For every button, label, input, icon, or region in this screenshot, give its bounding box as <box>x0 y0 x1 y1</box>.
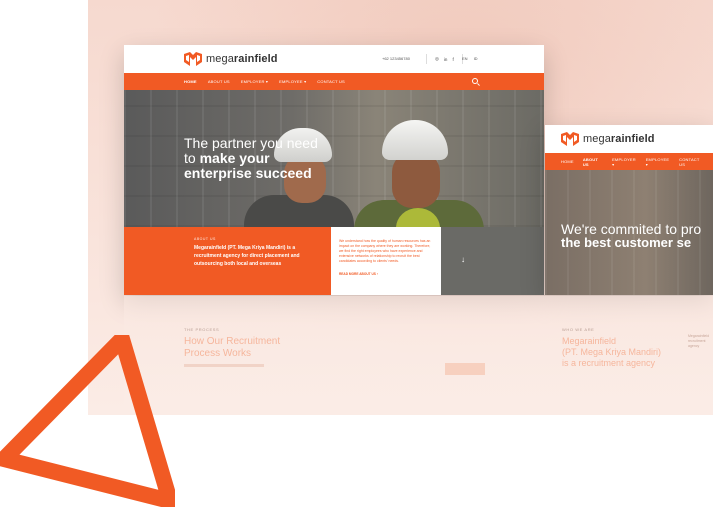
hero-banner: The partner you need to make your enterp… <box>124 90 544 227</box>
logo-mark-icon <box>561 132 579 146</box>
logo[interactable]: megarainfield <box>184 52 278 66</box>
process-button[interactable] <box>445 363 485 375</box>
facebook-icon[interactable]: f <box>452 57 453 62</box>
triangle-decoration-icon <box>0 335 175 507</box>
nav-employer[interactable]: EMPLOYER ▾ <box>241 79 268 84</box>
nav-employer[interactable]: EMPLOYER ▾ <box>612 157 637 167</box>
lang-en[interactable]: EN <box>462 56 468 61</box>
who-tag: WHO WE ARE <box>562 327 595 332</box>
worker-photo <box>392 152 440 208</box>
process-title: How Our Recruitment Process Works <box>184 336 281 359</box>
nav-employee[interactable]: EMPLOYEE ▾ <box>646 157 670 167</box>
nav-about-us[interactable]: ABOUT US <box>208 79 230 84</box>
logo-mark-icon <box>184 52 202 66</box>
main-nav: HOME ABOUT US EMPLOYER ▾ EMPLOYEE ▾ CONT… <box>124 73 544 90</box>
scroll-block: ↓ <box>441 227 544 295</box>
logo[interactable]: megarainfield <box>561 132 655 146</box>
about-detail-text: We understand how the quality of human r… <box>339 239 431 263</box>
social-links: ◎ in f <box>426 54 463 64</box>
showcase-stage: megarainfield +62 123456780 ◎ in f EN ID… <box>0 0 713 509</box>
about-tag: ABOUT US <box>194 237 216 241</box>
homepage-mockup: megarainfield +62 123456780 ◎ in f EN ID… <box>124 45 544 295</box>
hero-banner: We're commited to pro the best customer … <box>545 170 713 295</box>
about-panel: ABOUT US Megarainfield (PT. Mega Kriya M… <box>124 227 544 295</box>
main-nav: HOME ABOUT US EMPLOYER ▾ EMPLOYEE ▾ CONT… <box>545 153 713 170</box>
header: megarainfield +62 123456780 ◎ in f EN ID <box>124 45 544 73</box>
who-side-text: Megarainfield recruitment agency <box>688 334 710 348</box>
phone-number: +62 123456780 <box>382 56 410 61</box>
lang-id[interactable]: ID <box>474 56 478 61</box>
hero-heading: We're commited to pro the best customer … <box>561 221 702 250</box>
process-text-placeholder <box>184 364 264 367</box>
hero-heading: The partner you need to make your enterp… <box>184 135 318 181</box>
who-title: Megarainfield (PT. Mega Kriya Mandiri) i… <box>562 336 662 368</box>
search-icon[interactable] <box>472 78 478 84</box>
language-switcher: EN ID <box>462 56 478 61</box>
about-text: Megarainfield (PT. Mega Kriya Mandiri) i… <box>194 245 300 267</box>
logo-text: megarainfield <box>583 133 655 145</box>
nav-employee[interactable]: EMPLOYEE ▾ <box>279 79 306 84</box>
header: megarainfield <box>545 125 713 153</box>
instagram-icon[interactable]: ◎ <box>435 56 439 62</box>
process-tag: THE PROCESS <box>184 327 220 332</box>
about-detail: We understand how the quality of human r… <box>331 227 441 295</box>
nav-about-us[interactable]: ABOUT US <box>583 157 603 167</box>
nav-contact-us[interactable]: CONTACT US <box>317 79 345 84</box>
nav-contact-us[interactable]: CONTACT US <box>679 157 704 167</box>
nav-home[interactable]: HOME <box>561 159 574 164</box>
about-summary: ABOUT US Megarainfield (PT. Mega Kriya M… <box>124 227 331 295</box>
read-more-link[interactable]: READ MORE ABOUT US › <box>339 272 433 277</box>
nav-home[interactable]: HOME <box>184 79 197 84</box>
linkedin-icon[interactable]: in <box>444 57 448 62</box>
arrow-down-icon[interactable]: ↓ <box>461 255 465 264</box>
about-page-mockup: megarainfield HOME ABOUT US EMPLOYER ▾ E… <box>545 125 713 295</box>
logo-text: megarainfield <box>206 53 278 65</box>
